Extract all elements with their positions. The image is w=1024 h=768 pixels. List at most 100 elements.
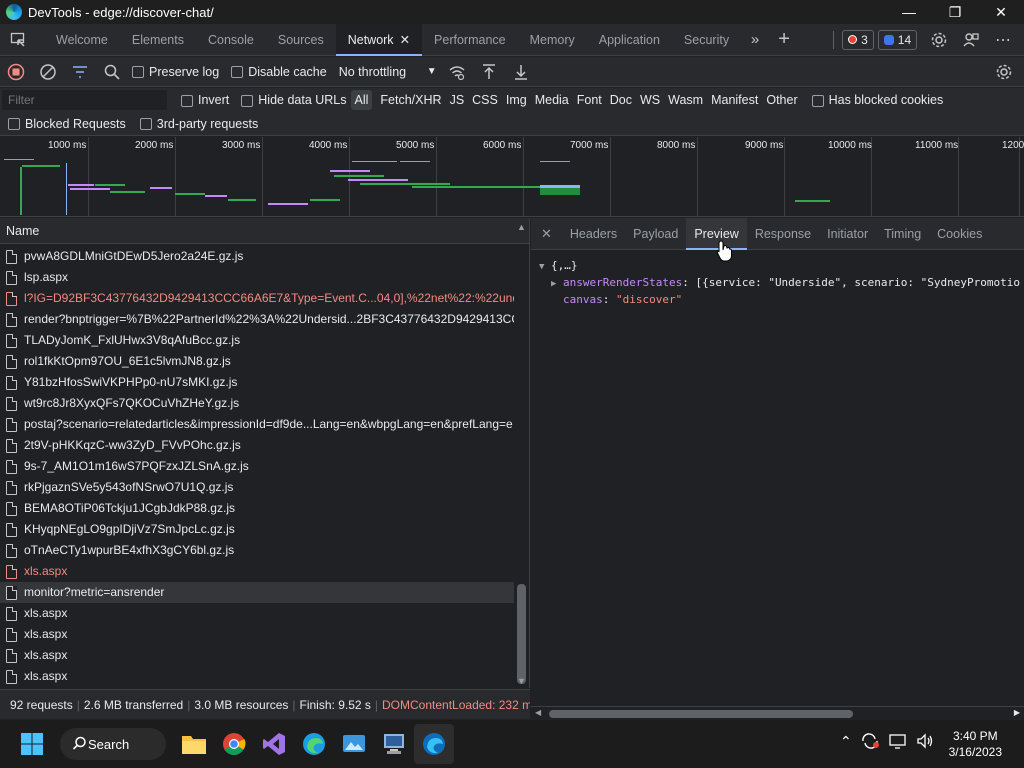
tab-sources[interactable]: Sources — [266, 24, 336, 56]
table-row[interactable]: rkPjgaznSVe5y543ofNSrwO7U1Q.gz.js — [0, 477, 514, 498]
table-row[interactable]: xls.aspx — [0, 645, 514, 666]
tab-timing[interactable]: Timing — [876, 218, 929, 250]
tab-security[interactable]: Security — [672, 24, 741, 56]
blocked-requests-checkbox[interactable]: Blocked Requests — [8, 117, 126, 131]
tab-memory[interactable]: Memory — [518, 24, 587, 56]
throttling-select[interactable]: No throttling ▼ — [339, 65, 437, 79]
customize-icon[interactable] — [955, 24, 987, 56]
close-tab-icon[interactable]: ✕ — [400, 33, 410, 47]
expand-arrow-icon[interactable]: ▶ — [551, 276, 563, 292]
table-row[interactable]: monitor?metric=ansrender — [0, 582, 514, 603]
filter-type-fetch-xhr[interactable]: Fetch/XHR — [376, 90, 445, 110]
record-stop-icon[interactable] — [0, 58, 32, 86]
taskbar-clock[interactable]: 3:40 PM 3/16/2023 — [949, 728, 1002, 760]
filter-type-doc[interactable]: Doc — [606, 90, 636, 110]
taskbar-search[interactable]: Search — [60, 728, 166, 760]
visual-studio-icon[interactable] — [254, 724, 294, 764]
more-options-icon[interactable]: ⋯ — [987, 24, 1019, 56]
preview-answer-render-states[interactable]: ▶ answerRenderStates: [{service: "Undersi… — [539, 275, 1024, 292]
message-count-badge[interactable]: 14 — [877, 29, 918, 50]
tab-welcome[interactable]: Welcome — [44, 24, 120, 56]
table-row[interactable]: 2t9V-pHKKqzC-ww3ZyD_FVvPOhc.gz.js — [0, 435, 514, 456]
edge-dev-icon[interactable] — [414, 724, 454, 764]
table-row[interactable]: xls.aspx — [0, 561, 514, 582]
preview-root[interactable]: ▼ {,…} — [539, 258, 1024, 275]
table-row[interactable]: lsp.aspx — [0, 267, 514, 288]
has-blocked-cookies-checkbox[interactable]: Has blocked cookies — [811, 93, 943, 107]
filter-input[interactable] — [2, 90, 167, 110]
chevron-up-icon[interactable]: ⌃ — [840, 733, 852, 750]
table-row[interactable]: 9s-7_AM1O1m16wS7PQFzxJZLSnA.gz.js — [0, 456, 514, 477]
table-row[interactable]: wt9rc8Jr8XyxQFs7QKOCuVhZHeY.gz.js — [0, 393, 514, 414]
table-row[interactable]: postaj?scenario=relatedarticles&impressi… — [0, 414, 514, 435]
chrome-icon[interactable] — [214, 724, 254, 764]
tab-elements[interactable]: Elements — [120, 24, 196, 56]
horizontal-scrollbar[interactable]: ◀ ▶ — [531, 706, 1024, 720]
tab-payload[interactable]: Payload — [625, 218, 686, 250]
table-row[interactable]: KHyqpNEgLO9gpIDjiVz7SmJpcLc.gz.js — [0, 519, 514, 540]
inspect-element-icon[interactable] — [0, 24, 36, 56]
preserve-log-checkbox[interactable]: Preserve log — [132, 65, 219, 79]
filter-icon[interactable] — [64, 58, 96, 86]
photos-icon[interactable] — [334, 724, 374, 764]
add-tab-icon[interactable]: + — [769, 24, 799, 56]
disable-cache-checkbox[interactable]: Disable cache — [231, 65, 327, 79]
network-settings-gear-icon[interactable] — [988, 58, 1020, 86]
table-row[interactable]: xls.aspx — [0, 624, 514, 645]
scrollbar-thumb[interactable] — [549, 710, 853, 718]
filter-type-ws[interactable]: WS — [636, 90, 664, 110]
tab-cookies[interactable]: Cookies — [929, 218, 990, 250]
table-row[interactable]: pvwA8GDLMniGtDEwD5Jero2a24E.gz.js — [0, 246, 514, 267]
settings-gear-icon[interactable] — [923, 24, 955, 56]
filter-type-media[interactable]: Media — [531, 90, 573, 110]
tab-initiator[interactable]: Initiator — [819, 218, 876, 250]
network-overview-timeline[interactable]: 1000 ms 2000 ms 3000 ms 4000 ms 5000 ms … — [0, 137, 1024, 217]
table-row[interactable]: render?bnptrigger=%7B%22PartnerId%22%3A%… — [0, 309, 514, 330]
third-party-checkbox[interactable]: 3rd-party requests — [139, 117, 258, 131]
table-row[interactable]: l?IG=D92BF3C43776432D9429413CCC66A6E7&Ty… — [0, 288, 514, 309]
tab-performance[interactable]: Performance — [422, 24, 518, 56]
more-tabs-icon[interactable]: » — [741, 24, 769, 56]
table-row[interactable]: Y81bzHfosSwiVKPHPp0-nU7sMKI.gz.js — [0, 372, 514, 393]
collapse-arrow-icon[interactable]: ▼ — [539, 259, 551, 275]
vertical-scrollbar[interactable]: ▲ ▼ — [514, 222, 529, 688]
windows-start-icon[interactable] — [12, 724, 52, 764]
error-count-badge[interactable]: 3 — [842, 29, 874, 50]
clear-icon[interactable] — [32, 58, 64, 86]
table-row[interactable]: oTnAeCTy1wpurBE4xfhX3gCY6bl.gz.js — [0, 540, 514, 561]
network-conditions-icon[interactable] — [441, 58, 473, 86]
volume-icon[interactable] — [916, 732, 936, 750]
remote-desktop-icon[interactable] — [374, 724, 414, 764]
import-har-icon[interactable] — [473, 58, 505, 86]
table-row[interactable]: xls.aspx — [0, 603, 514, 624]
scrollbar-thumb[interactable] — [517, 584, 526, 684]
name-column-header[interactable]: Name — [0, 218, 529, 244]
invert-checkbox[interactable]: Invert — [181, 93, 229, 107]
request-list[interactable]: pvwA8GDLMniGtDEwD5Jero2a24E.gz.js lsp.asp… — [0, 246, 514, 686]
scroll-up-icon[interactable]: ▲ — [517, 222, 526, 232]
filter-type-wasm[interactable]: Wasm — [664, 90, 707, 110]
search-icon[interactable] — [96, 58, 128, 86]
table-row[interactable]: TLADyJomK_FxlUHwx3V8qAfuBcc.gz.js — [0, 330, 514, 351]
filter-type-js[interactable]: JS — [446, 90, 469, 110]
restore-icon[interactable]: ❐ — [932, 0, 978, 24]
tab-console[interactable]: Console — [196, 24, 266, 56]
display-icon[interactable] — [888, 732, 908, 750]
file-explorer-icon[interactable] — [174, 724, 214, 764]
filter-type-css[interactable]: CSS — [468, 90, 502, 110]
tab-response[interactable]: Response — [747, 218, 819, 250]
edge-icon[interactable] — [294, 724, 334, 764]
filter-type-manifest[interactable]: Manifest — [707, 90, 762, 110]
tab-network[interactable]: Network ✕ — [335, 23, 423, 56]
table-row[interactable]: xls.aspx — [0, 666, 514, 686]
export-har-icon[interactable] — [505, 58, 537, 86]
filter-type-img[interactable]: Img — [502, 90, 531, 110]
scroll-right-icon[interactable]: ▶ — [1014, 708, 1020, 717]
sync-icon[interactable] — [860, 732, 880, 750]
tab-application[interactable]: Application — [587, 24, 672, 56]
close-details-icon[interactable]: ✕ — [531, 218, 562, 250]
scroll-left-icon[interactable]: ◀ — [535, 708, 541, 717]
filter-type-other[interactable]: Other — [762, 90, 801, 110]
filter-type-font[interactable]: Font — [573, 90, 606, 110]
filter-type-all[interactable]: All — [350, 90, 373, 110]
